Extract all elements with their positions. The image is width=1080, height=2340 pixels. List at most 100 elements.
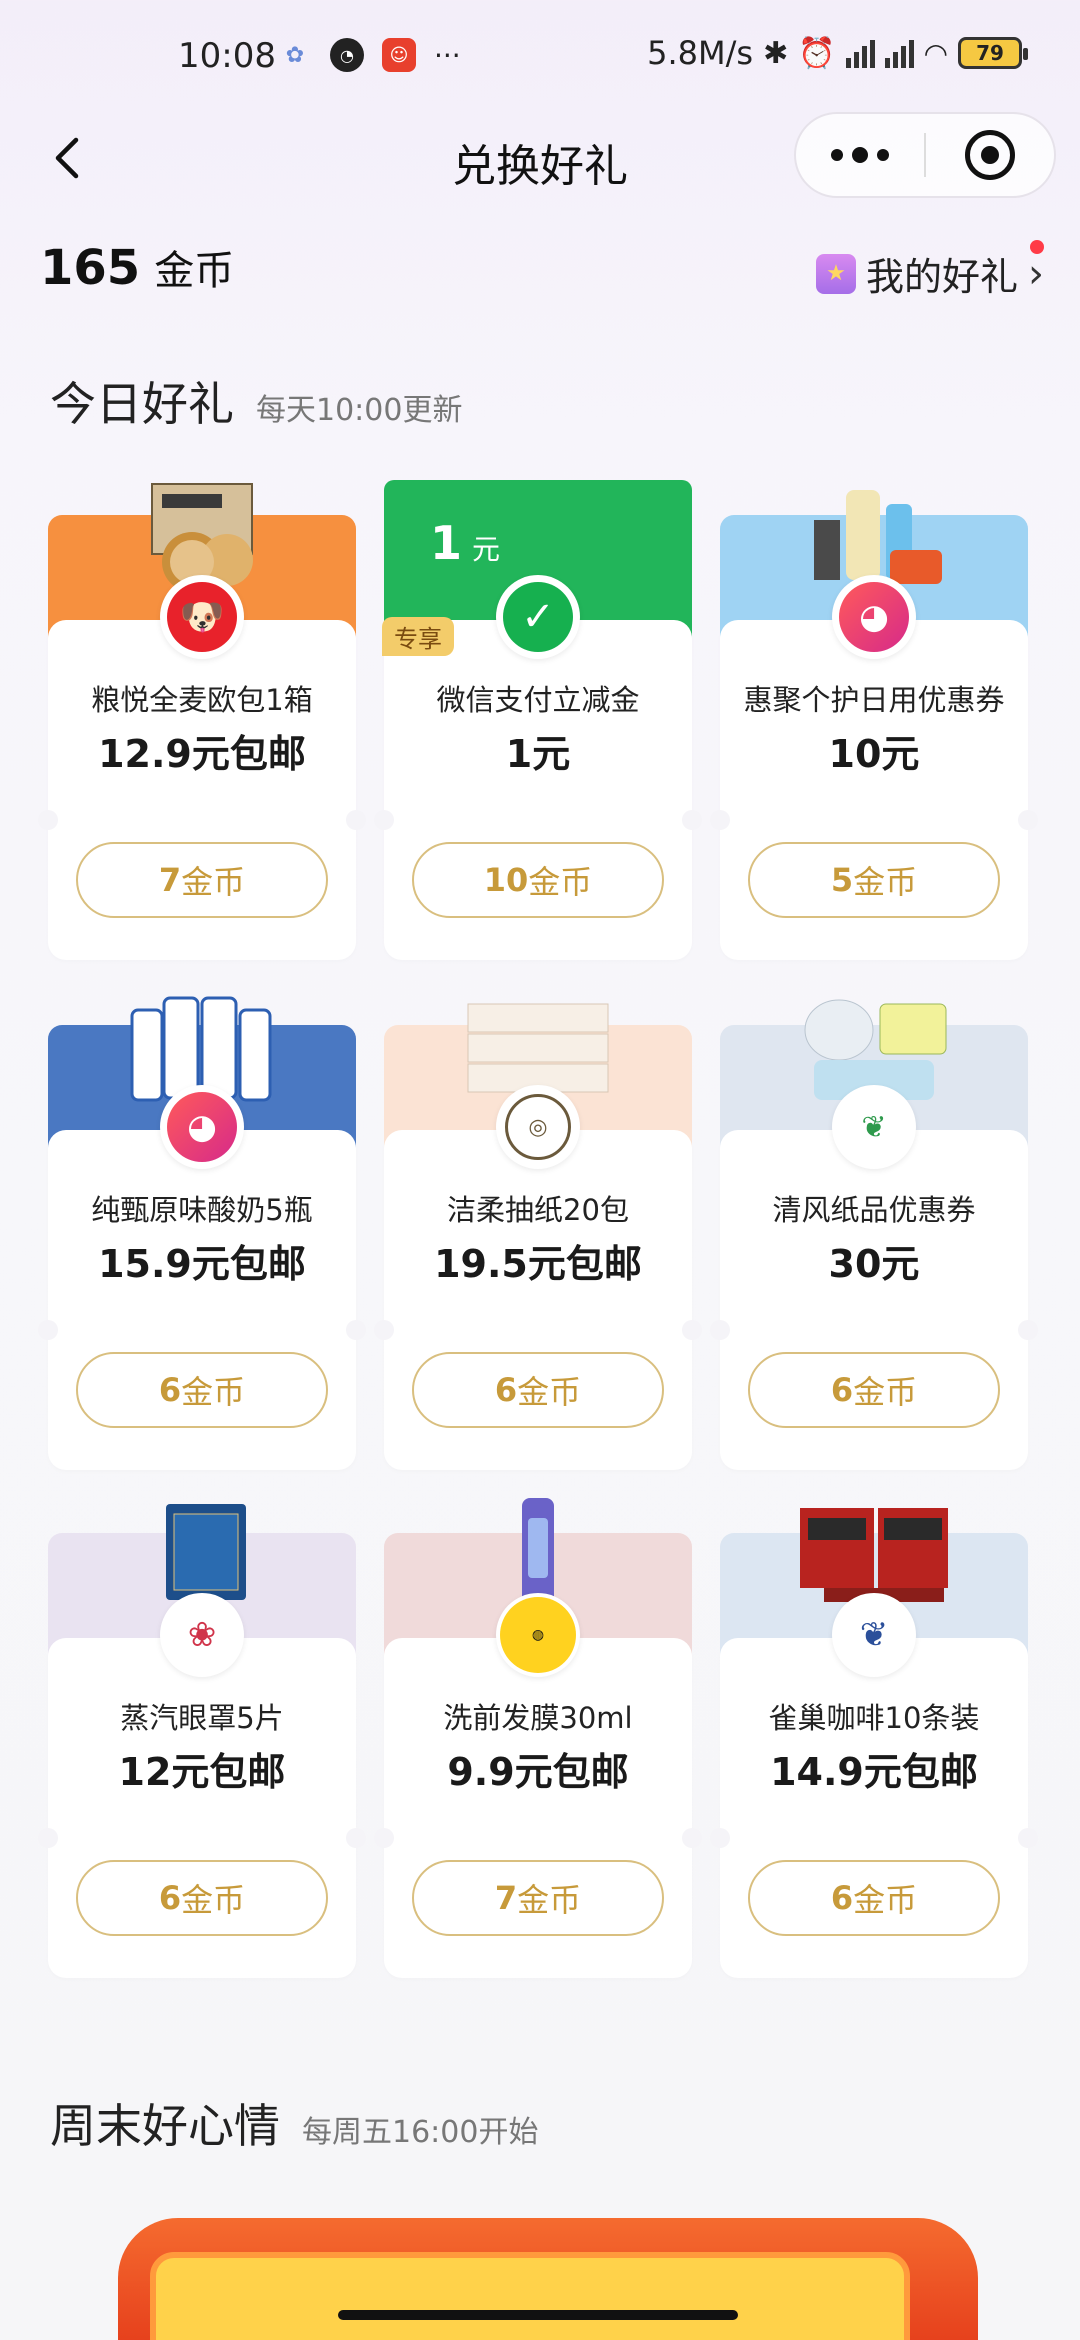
card-notch (346, 810, 366, 830)
gift-card[interactable]: ❦ 清风纸品优惠券 30元 6 金币 (710, 990, 1038, 1470)
gift-price: 30元 (828, 1242, 920, 1286)
card-notch (1018, 1320, 1038, 1340)
status-bar: 10:08 ✿ ◔ ☺ ··· 5.8M/s ✱ ⏰ ◠ 79 (0, 0, 1080, 118)
card-notch (710, 810, 730, 830)
wechat-pay-icon: ✓ (496, 575, 580, 659)
yunifang-logo-icon: ❀ (160, 1593, 244, 1677)
notification-icons: ✿ ◔ ☺ ··· (278, 38, 461, 72)
gift-price: 12元包邮 (118, 1750, 286, 1794)
card-notch (682, 1320, 702, 1340)
section-subtitle: 每天10:00更新 (256, 393, 463, 428)
alarm-icon: ⏰ (798, 35, 836, 71)
bluetooth-icon: ✱ (763, 35, 789, 71)
nav-bar: 兑换好礼 (0, 112, 1080, 208)
gift-price: 9.9元包邮 (447, 1750, 629, 1794)
coin-cost: 6 (158, 1371, 182, 1409)
network-speed: 5.8M/s (647, 34, 754, 72)
gift-name: 惠聚个护日用优惠券 (743, 683, 1005, 717)
coin-cost: 5 (830, 861, 854, 899)
my-gifts-link[interactable]: ★ 我的好礼 › (815, 246, 1044, 301)
status-time: 10:08 (178, 36, 276, 76)
card-notch (38, 810, 58, 830)
gift-card[interactable]: ❦ 雀巢咖啡10条装 14.9元包邮 6 金币 (710, 1498, 1038, 1978)
more-dots-icon (877, 149, 889, 161)
gift-price: 12.9元包邮 (98, 732, 306, 776)
wifi-icon: ◠ (923, 36, 948, 70)
card-notch (374, 1320, 394, 1340)
jd-logo-icon: 🐶 (160, 575, 244, 659)
more-notifications-icon: ··· (434, 38, 461, 72)
card-notch (710, 1828, 730, 1848)
app-notification-icon: ✿ (285, 42, 305, 68)
redeem-button[interactable]: 6 金币 (412, 1352, 664, 1428)
gift-card[interactable]: ❀ 蒸汽眼罩5片 12元包邮 6 金币 (38, 1498, 366, 1978)
coin-cost: 10 (483, 861, 529, 899)
gift-name: 洗前发膜30ml (443, 1701, 633, 1735)
home-indicator[interactable] (338, 2310, 738, 2320)
voucher-unit: 元 (472, 533, 501, 566)
redeem-button[interactable]: 6 金币 (748, 1860, 1000, 1936)
battery-icon: 79 (958, 37, 1028, 69)
more-menu-button[interactable] (796, 114, 924, 196)
nestle-logo-icon: ❦ (832, 1593, 916, 1677)
jierou-logo-icon: ◎ (496, 1085, 580, 1169)
huiju-logo-icon: ◕ (160, 1085, 244, 1169)
gift-card[interactable]: ◍ 洗前发膜30ml 9.9元包邮 7 金币 (374, 1498, 702, 1978)
coin-unit: 金币 (181, 863, 246, 901)
gift-name: 微信支付立减金 (436, 683, 640, 717)
voucher-value: 1元 (430, 516, 500, 570)
card-notch (710, 1320, 730, 1340)
coin-unit: 金币 (181, 1881, 246, 1919)
voucher-amount: 1 (430, 516, 463, 570)
weekend-section-header: 周末好心情 每周五16:00开始 (50, 2090, 538, 2156)
card-notch (1018, 1828, 1038, 1848)
clock-app-icon: ◔ (330, 38, 364, 72)
card-notch (682, 810, 702, 830)
redeem-button[interactable]: 7 金币 (76, 842, 328, 918)
exclusive-tag: 专享 (382, 617, 454, 656)
card-notch (1018, 810, 1038, 830)
more-dots-icon (852, 147, 868, 163)
close-miniprogram-button[interactable] (926, 114, 1054, 196)
gift-name: 清风纸品优惠券 (772, 1193, 976, 1227)
section-title: 今日好礼 (50, 377, 234, 431)
gift-card[interactable]: ◕ 纯甄原味酸奶5瓶 15.9元包邮 6 金币 (38, 990, 366, 1470)
colorlomo-logo-icon: ◍ (496, 1593, 580, 1677)
gift-name: 纯甄原味酸奶5瓶 (91, 1193, 313, 1227)
coin-unit: 金币 (528, 863, 593, 901)
today-section-header: 今日好礼 每天10:00更新 (50, 368, 462, 434)
coin-balance: 165 金币 (40, 238, 234, 296)
gift-name: 粮悦全麦欧包1箱 (91, 683, 313, 717)
gift-box-icon: ★ (815, 253, 856, 294)
qingfeng-logo-icon: ❦ (832, 1085, 916, 1169)
redeem-button[interactable]: 6 金币 (76, 1352, 328, 1428)
coin-unit: 金币 (853, 1881, 918, 1919)
gift-price: 1元 (505, 732, 571, 776)
more-dots-icon (831, 149, 843, 161)
redeem-button[interactable]: 7 金币 (412, 1860, 664, 1936)
status-right: 5.8M/s ✱ ⏰ ◠ 79 (647, 34, 1028, 72)
section-title: 周末好心情 (50, 2099, 280, 2153)
card-notch (374, 1828, 394, 1848)
my-gifts-label: 我的好礼 (865, 255, 1018, 299)
section-subtitle: 每周五16:00开始 (302, 2115, 539, 2150)
weekend-banner-panel (150, 2252, 910, 2340)
gift-price: 10元 (828, 732, 920, 776)
card-notch (346, 1320, 366, 1340)
card-notch (346, 1828, 366, 1848)
gift-card[interactable]: ◕ 惠聚个护日用优惠券 10元 5 金币 (710, 480, 1038, 960)
gift-card[interactable]: 🐶 粮悦全麦欧包1箱 12.9元包邮 7 金币 (38, 480, 366, 960)
gift-card[interactable]: 1元 ✓ 专享 微信支付立减金 1元 10 金币 (374, 480, 702, 960)
redeem-button[interactable]: 6 金币 (76, 1860, 328, 1936)
battery-level: 79 (976, 41, 1004, 65)
redeem-button[interactable]: 6 金币 (748, 1352, 1000, 1428)
coin-cost: 6 (830, 1879, 854, 1917)
gift-card[interactable]: ◎ 洁柔抽纸20包 19.5元包邮 6 金币 (374, 990, 702, 1470)
app-notification-icon: ☺ (382, 38, 416, 72)
redeem-button[interactable]: 5 金币 (748, 842, 1000, 918)
close-ring-icon (964, 130, 1015, 180)
coin-cost: 6 (494, 1371, 518, 1409)
coin-unit: 金币 (853, 863, 918, 901)
coin-cost: 6 (830, 1371, 854, 1409)
redeem-button[interactable]: 10 金币 (412, 842, 664, 918)
